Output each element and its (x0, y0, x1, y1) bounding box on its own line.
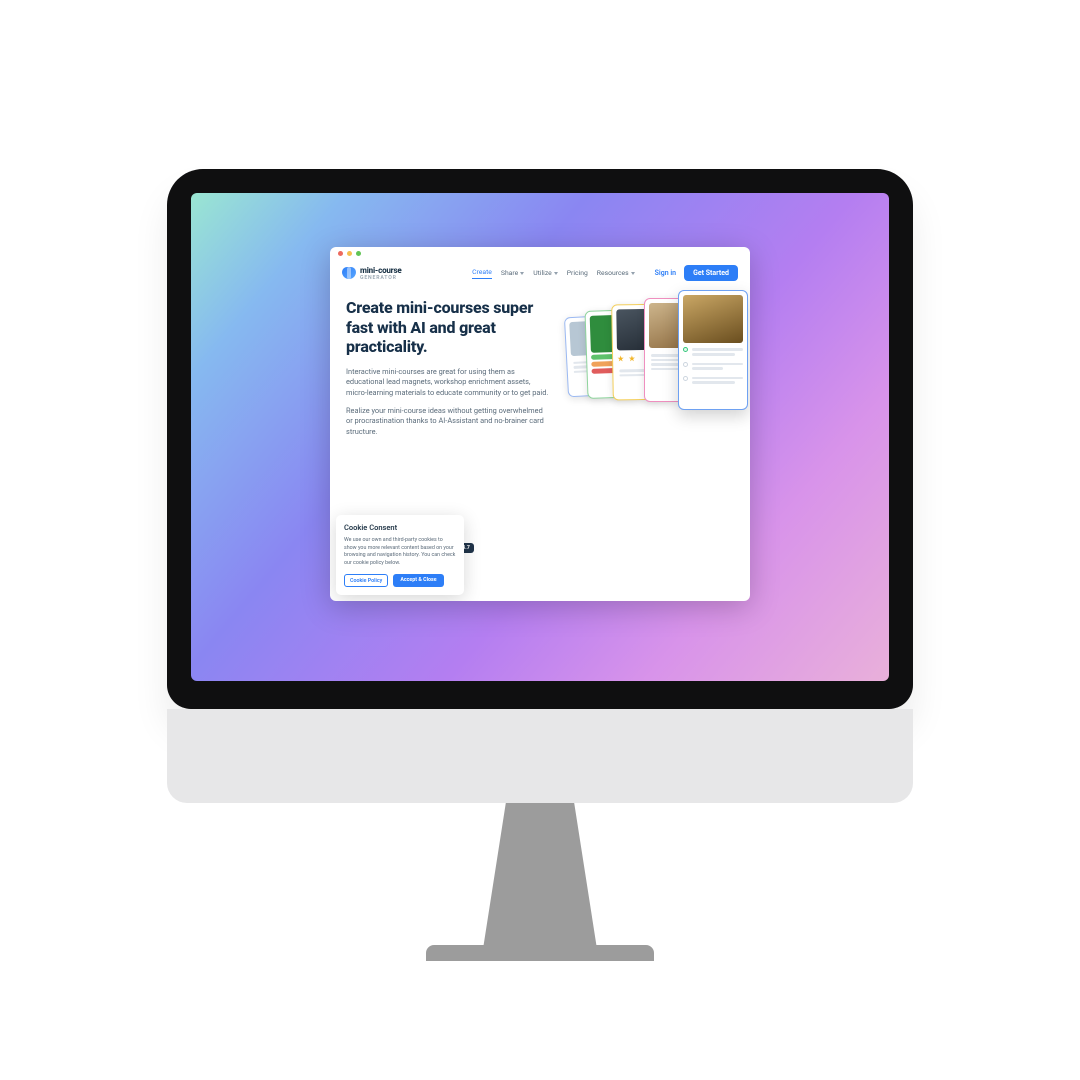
nav-pricing[interactable]: Pricing (567, 269, 588, 277)
brand-subtitle: GENERATOR (360, 275, 402, 281)
cookie-consent: Cookie Consent We use our own and third-… (336, 515, 464, 595)
brand-mark-icon (342, 267, 356, 279)
monitor-frame: mini-course GENERATOR Create Share Utili… (167, 169, 913, 709)
monitor-screen: mini-course GENERATOR Create Share Utili… (191, 193, 889, 681)
brand-logo[interactable]: mini-course GENERATOR (342, 266, 402, 281)
chevron-down-icon (520, 272, 524, 275)
hero-copy: Create mini-courses super fast with AI a… (346, 298, 550, 438)
chevron-down-icon (631, 272, 635, 275)
nav-label: Share (501, 269, 518, 277)
monitor-stand (483, 803, 597, 949)
browser-window: mini-course GENERATOR Create Share Utili… (330, 247, 750, 601)
maximize-icon[interactable] (356, 251, 361, 256)
monitor-foot (426, 945, 654, 961)
course-card-stack: ★ ★ (564, 292, 734, 428)
nav-label: Create (472, 268, 492, 276)
nav-label: Resources (597, 269, 629, 277)
cookie-title: Cookie Consent (344, 523, 456, 532)
nav-label: Pricing (567, 269, 588, 277)
main-nav: Create Share Utilize Pricing Resources (472, 268, 635, 279)
hero-paragraph-2: Realize your mini-course ideas without g… (346, 406, 550, 438)
window-traffic-lights (330, 247, 750, 260)
radio-selected-icon (683, 347, 688, 352)
cookie-actions: Cookie Policy Accept & Close (344, 574, 456, 587)
close-icon[interactable] (338, 251, 343, 256)
radio-icon (683, 376, 688, 381)
brand-text: mini-course GENERATOR (360, 266, 402, 281)
monitor-chin (167, 709, 913, 803)
nav-label: Utilize (533, 269, 552, 277)
hero-title: Create mini-courses super fast with AI a… (346, 298, 550, 357)
cookie-accept-button[interactable]: Accept & Close (393, 574, 443, 587)
nav-create[interactable]: Create (472, 268, 492, 279)
cookie-policy-button[interactable]: Cookie Policy (344, 574, 388, 587)
hero-paragraph-1: Interactive mini-courses are great for u… (346, 367, 550, 399)
chevron-down-icon (554, 272, 558, 275)
cookie-body: We use our own and third-party cookies t… (344, 537, 456, 567)
signin-link[interactable]: Sign in (655, 269, 676, 277)
get-started-button[interactable]: Get Started (684, 265, 738, 281)
nav-resources[interactable]: Resources (597, 269, 635, 277)
nav-utilize[interactable]: Utilize (533, 269, 558, 277)
nav-share[interactable]: Share (501, 269, 524, 277)
auth-area: Sign in Get Started (655, 265, 738, 281)
radio-icon (683, 362, 688, 367)
hero-section: Create mini-courses super fast with AI a… (330, 284, 750, 438)
brand-name: mini-course (360, 266, 402, 275)
minimize-icon[interactable] (347, 251, 352, 256)
stack-card-front (678, 290, 748, 410)
site-header: mini-course GENERATOR Create Share Utili… (330, 260, 750, 284)
card-thumbnail (683, 295, 743, 343)
